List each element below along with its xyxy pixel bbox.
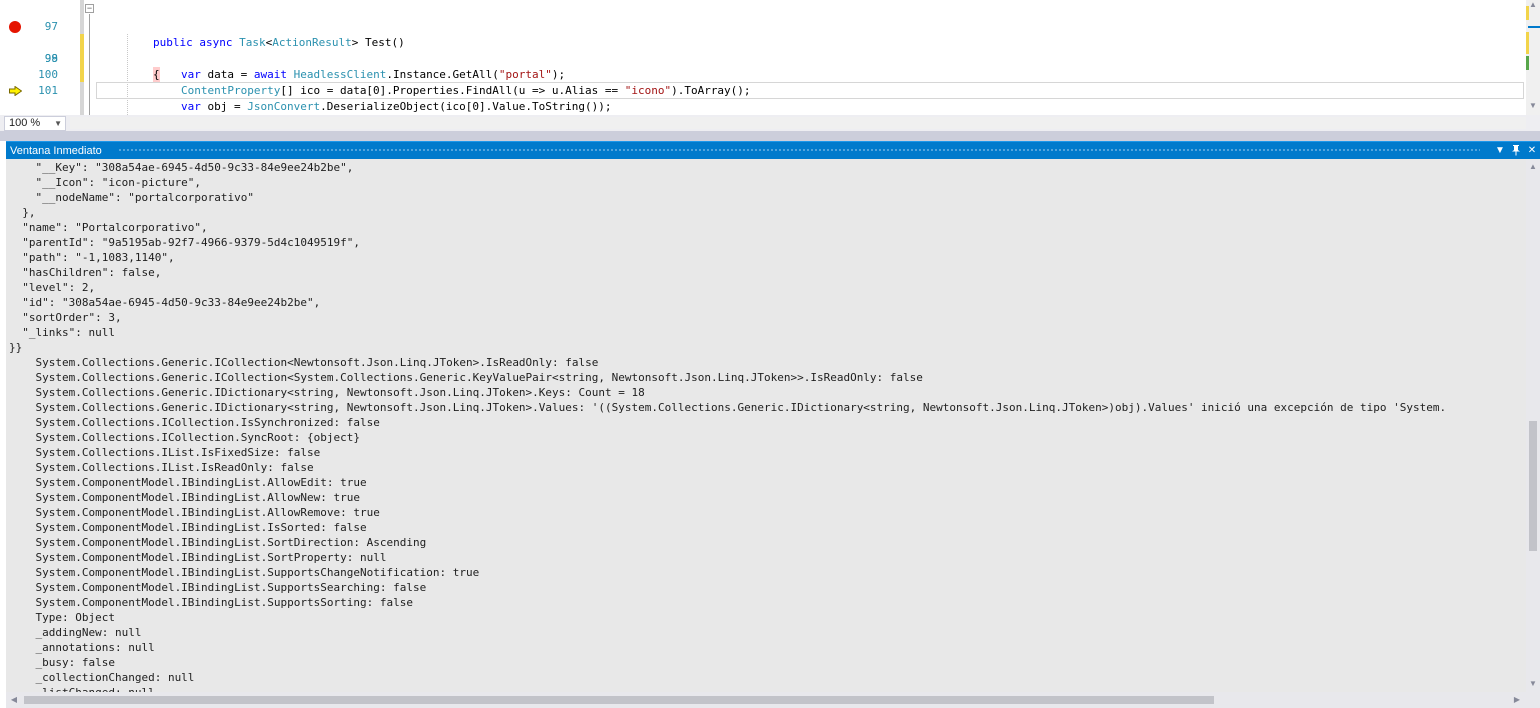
- immediate-horizontal-scrollbar[interactable]: ◀ ▶: [6, 692, 1526, 708]
- output-line: System.ComponentModel.IBindingList.SortP…: [9, 551, 387, 564]
- output-line: System.Collections.Generic.ICollection<S…: [9, 371, 923, 384]
- zoom-dropdown[interactable]: 100 % ▼: [4, 116, 66, 131]
- output-line: }}: [9, 341, 23, 354]
- immediate-window[interactable]: Ventana Inmediato ▼ ✕ "__Key": "308a54ae…: [6, 141, 1540, 708]
- code-line[interactable]: 101 var obj = JsonConvert.DeserializeObj…: [0, 67, 1526, 113]
- scroll-right-icon[interactable]: ▶: [1512, 695, 1522, 705]
- editor-horizontal-scrollbar[interactable]: [70, 117, 1526, 129]
- output-line: System.ComponentModel.IBindingList.SortD…: [9, 536, 427, 549]
- drag-grip[interactable]: [118, 148, 1480, 153]
- scroll-left-icon[interactable]: ◀: [9, 695, 19, 705]
- output-line: Type: Object: [9, 611, 115, 624]
- code-line[interactable]: 103 }: [0, 99, 1526, 145]
- output-line: System.Collections.ICollection.SyncRoot:…: [9, 431, 360, 444]
- output-line: _collectionChanged: null: [9, 671, 195, 684]
- close-icon[interactable]: ✕: [1525, 144, 1539, 158]
- output-line: "_links": null: [9, 326, 115, 339]
- chevron-down-icon[interactable]: ▼: [1493, 144, 1507, 158]
- breakpoint-icon[interactable]: [9, 21, 21, 33]
- immediate-window-title: Ventana Inmediato: [10, 145, 102, 157]
- output-line: System.Collections.IList.IsFixedSize: fa…: [9, 446, 321, 459]
- output-line: System.Collections.Generic.IDictionary<s…: [9, 401, 1447, 414]
- scrollbar-change-mark: [1526, 56, 1529, 70]
- code-line[interactable]: 98 {: [0, 19, 1526, 83]
- code-line[interactable]: 99 var data = await HeadlessClient.Insta…: [0, 35, 1526, 81]
- output-line: System.ComponentModel.IBindingList.Suppo…: [9, 596, 413, 609]
- output-line: "__Icon": "icon-picture",: [9, 176, 202, 189]
- immediate-vertical-scrollbar[interactable]: ▲ ▼: [1526, 160, 1540, 692]
- output-line: System.ComponentModel.IBindingList.Allow…: [9, 476, 367, 489]
- output-line: "id": "308a54ae-6945-4d50-9c33-84e9ee24b…: [9, 296, 321, 309]
- scrollbar-thumb[interactable]: [24, 696, 1214, 704]
- output-line: System.Collections.ICollection.IsSynchro…: [9, 416, 380, 429]
- output-line: "name": "Portalcorporativo",: [9, 221, 208, 234]
- output-line: System.ComponentModel.IBindingList.Allow…: [9, 506, 380, 519]
- immediate-window-output[interactable]: "__Key": "308a54ae-6945-4d50-9c33-84e9ee…: [6, 160, 1526, 692]
- chevron-down-icon: ▼: [54, 119, 62, 128]
- output-line: },: [9, 206, 36, 219]
- output-line: System.ComponentModel.IBindingList.Suppo…: [9, 566, 480, 579]
- scrollbar-thumb[interactable]: [1529, 421, 1537, 551]
- output-line: _annotations: null: [9, 641, 155, 654]
- output-line: "level": 2,: [9, 281, 96, 294]
- code-line[interactable]: 97 public async Task<ActionResult> Test(…: [0, 3, 1526, 49]
- scroll-down-icon[interactable]: ▼: [1529, 680, 1537, 688]
- output-line: "__nodeName": "portalcorporativo": [9, 191, 255, 204]
- code-line[interactable]: 102 return View(data);: [0, 83, 1526, 147]
- output-line: System.Collections.Generic.ICollection<N…: [9, 356, 599, 369]
- output-line: "hasChildren": false,: [9, 266, 162, 279]
- scrollbar-corner: [1526, 692, 1540, 708]
- output-line: "__Key": "308a54ae-6945-4d50-9c33-84e9ee…: [9, 161, 354, 174]
- instruction-pointer-icon[interactable]: [9, 86, 22, 96]
- panel-splitter[interactable]: [0, 131, 1540, 141]
- scroll-up-icon[interactable]: ▲: [1529, 1, 1537, 9]
- zoom-value: 100 %: [9, 117, 41, 129]
- output-line: System.ComponentModel.IBindingList.Suppo…: [9, 581, 427, 594]
- scrollbar-change-mark: [1526, 6, 1529, 20]
- output-line: "sortOrder": 3,: [9, 311, 122, 324]
- output-line: _busy: false: [9, 656, 115, 669]
- immediate-window-title-bar[interactable]: Ventana Inmediato ▼ ✕: [6, 141, 1540, 159]
- code-line[interactable]: 100 ContentProperty[] ico = data[0].Prop…: [0, 51, 1526, 97]
- scrollbar-caret-mark: [1528, 26, 1540, 28]
- output-line: System.Collections.Generic.IDictionary<s…: [9, 386, 645, 399]
- scrollbar-change-mark: [1526, 32, 1529, 54]
- output-line: System.ComponentModel.IBindingList.IsSor…: [9, 521, 367, 534]
- scroll-down-icon[interactable]: ▼: [1529, 102, 1537, 110]
- output-line: _listChanged: null: [9, 685, 1526, 692]
- output-line: System.ComponentModel.IBindingList.Allow…: [9, 491, 360, 504]
- code-editor[interactable]: − 97 public async Task<ActionResult> Tes…: [0, 0, 1540, 147]
- output-line: "parentId": "9a5195ab-92f7-4966-9379-5d4…: [9, 236, 360, 249]
- output-line: "path": "-1,1083,1140",: [9, 251, 175, 264]
- output-line: System.Collections.IList.IsReadOnly: fal…: [9, 461, 314, 474]
- pin-icon[interactable]: [1509, 144, 1523, 158]
- scroll-up-icon[interactable]: ▲: [1529, 163, 1537, 171]
- output-line: _addingNew: null: [9, 626, 142, 639]
